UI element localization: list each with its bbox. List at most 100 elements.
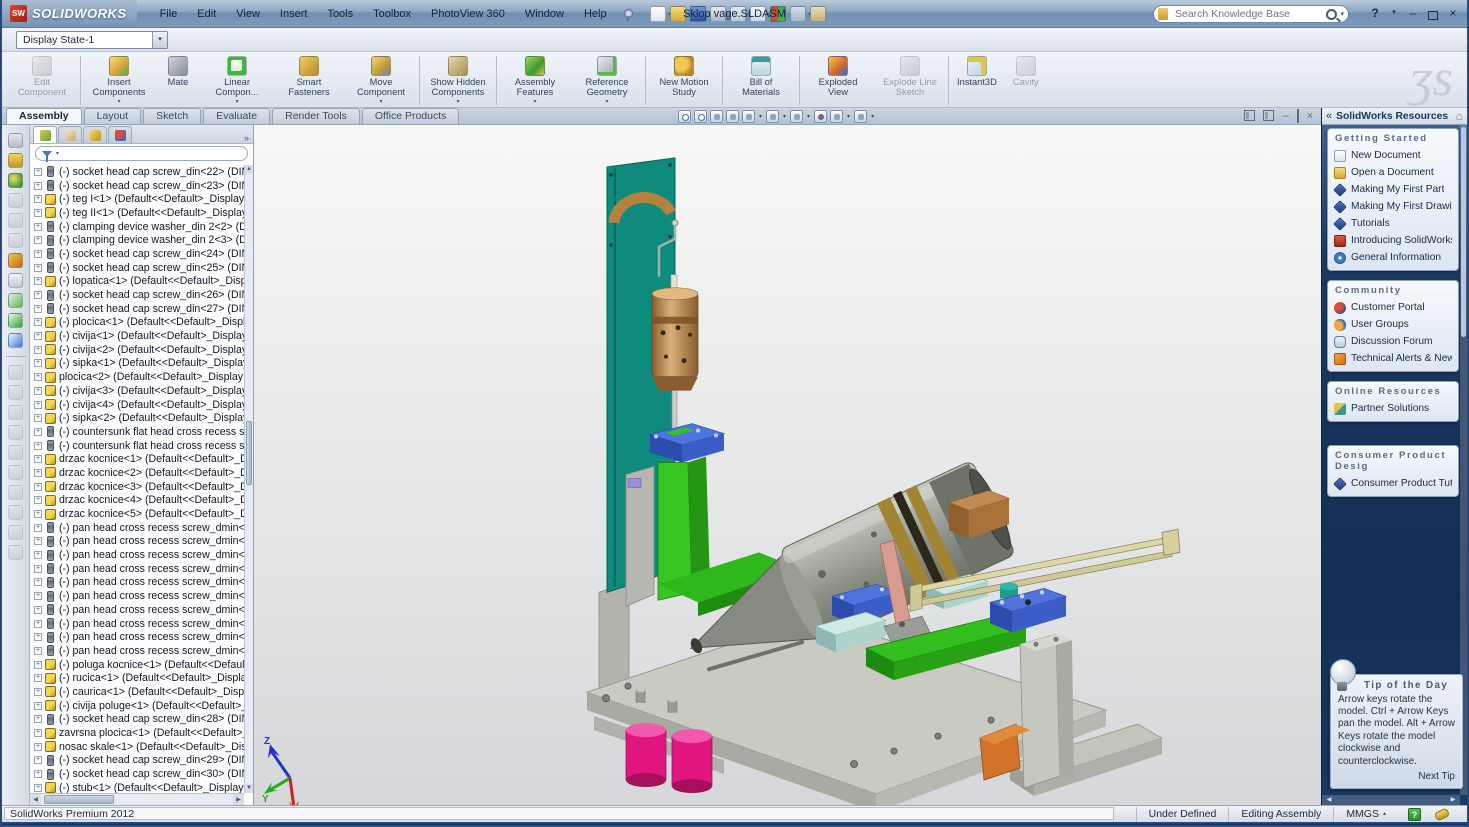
tree-item[interactable]: +drzac kocnice<2> (Default<<Default>_Di (30, 466, 244, 480)
left-toolbar-solid-draft-icon[interactable] (8, 425, 23, 440)
taskpane-link-tutorials[interactable]: Tutorials (1328, 215, 1458, 232)
zoom-area-icon[interactable] (694, 110, 707, 123)
display-style-icon[interactable] (766, 110, 779, 123)
expand-icon[interactable]: + (34, 524, 42, 532)
display-state-caret-icon[interactable]: ▾ (152, 32, 167, 48)
expand-icon[interactable]: + (34, 510, 42, 518)
tree-item[interactable]: +(-) sipka<2> (Default<<Default>_Display (30, 411, 244, 425)
expand-icon[interactable]: + (34, 223, 42, 231)
tree-item[interactable]: +(-) socket head cap screw_din<27> (DIN … (30, 302, 244, 316)
expand-icon[interactable]: + (34, 674, 42, 682)
expand-icon[interactable]: + (34, 565, 42, 573)
dropdown-caret-icon[interactable]: ▾ (759, 113, 762, 120)
expand-icon[interactable]: + (34, 428, 42, 436)
expand-icon[interactable]: + (34, 332, 42, 340)
collapse-pane-icon[interactable]: « (1326, 109, 1332, 124)
ribbon-new-motion-study-button[interactable]: New Motion Study (648, 54, 720, 107)
tree-item[interactable]: +drzac kocnice<4> (Default<<Default>_Di (30, 494, 244, 508)
doc-restore-button[interactable] (1297, 109, 1299, 123)
status-editing-assembly[interactable]: Editing Assembly (1228, 807, 1333, 822)
expand-icon[interactable]: + (34, 688, 42, 696)
menu-tools[interactable]: Tools (318, 5, 362, 23)
left-toolbar-solid-chamfer-icon[interactable] (8, 385, 23, 400)
menu-edit[interactable]: Edit (188, 5, 225, 23)
tree-item[interactable]: +(-) pan head cross recess screw_dmin<13… (30, 617, 244, 631)
tree-filter-input[interactable]: ▾ (35, 146, 248, 161)
tree-item[interactable]: +(-) pan head cross recess screw_dmin<14… (30, 630, 244, 644)
tab-render-tools[interactable]: Render Tools (272, 108, 360, 124)
tree-item[interactable]: +(-) clamping device washer_din 2<3> (DI… (30, 233, 244, 247)
left-toolbar-folder-icon[interactable] (8, 153, 23, 168)
scroll-up-icon[interactable]: ▲ (245, 165, 253, 174)
tree-item[interactable]: +(-) pan head cross recess screw_dmin<12… (30, 603, 244, 617)
left-toolbar-solid-wrap-icon[interactable] (8, 465, 23, 480)
ribbon-mate-button[interactable]: Mate (155, 54, 201, 107)
left-toolbar-solid-rib-icon[interactable] (8, 445, 23, 460)
tree-overflow-chevron-icon[interactable]: » (244, 133, 249, 143)
left-toolbar-shape-icon[interactable] (8, 233, 23, 248)
tree-vertical-scrollbar[interactable]: ▲ ▼ (244, 165, 253, 793)
expand-icon[interactable]: + (34, 182, 42, 190)
taskpane-link-general-information[interactable]: General Information (1328, 249, 1458, 266)
expand-icon[interactable]: + (34, 483, 42, 491)
taskpane-link-user-groups[interactable]: User Groups (1328, 316, 1458, 333)
expand-icon[interactable]: + (34, 592, 42, 600)
tree-item[interactable]: +(-) pan head cross recess screw_dmin<9> (30, 562, 244, 576)
expand-icon[interactable]: + (34, 168, 42, 176)
search-box[interactable]: ▾ (1153, 5, 1349, 23)
taskpane-link-introducing-solidworks[interactable]: Introducing SolidWorks (1328, 232, 1458, 249)
expand-icon[interactable]: + (34, 578, 42, 586)
left-toolbar-solid-pattern-icon[interactable] (8, 525, 23, 540)
part-gray-column[interactable] (626, 466, 654, 606)
tree-item[interactable]: +(-) clamping device washer_din 2<2> (DI… (30, 220, 244, 234)
help-dropdown-caret-icon[interactable]: ▾ (1390, 4, 1398, 22)
expand-icon[interactable]: + (34, 496, 42, 504)
tree-item[interactable]: +(-) socket head cap screw_din<24> (DIN … (30, 247, 244, 261)
left-toolbar-reference-star-icon[interactable] (8, 293, 23, 308)
tree-item[interactable]: +(-) socket head cap screw_din<22> (DIN … (30, 165, 244, 179)
dropdown-caret-icon[interactable]: ▾ (807, 113, 810, 120)
expand-icon[interactable]: + (34, 551, 42, 559)
tree-item[interactable]: +(-) socket head cap screw_din<25> (DIN … (30, 261, 244, 275)
tab-feature-manager[interactable] (33, 126, 57, 143)
expand-icon[interactable]: + (34, 455, 42, 463)
task-pane-hscrollbar[interactable]: ◀ ▶ (1322, 795, 1460, 805)
tree-hscroll-thumb[interactable] (44, 795, 114, 804)
tree-item[interactable]: +(-) civija<2> (Default<<Default>_Displa… (30, 343, 244, 357)
ribbon-linear-compon-button[interactable]: Linear Compon...▾ (201, 54, 273, 107)
menu-help[interactable]: Help (575, 5, 616, 23)
tab-evaluate[interactable]: Evaluate (203, 108, 270, 124)
expand-icon[interactable]: + (34, 195, 42, 203)
doc-minimize-button[interactable]: – (1282, 110, 1288, 123)
tab-layout[interactable]: Layout (84, 108, 142, 124)
expand-icon[interactable]: + (34, 305, 42, 313)
tab-configuration-manager[interactable] (83, 126, 107, 143)
scroll-left-icon[interactable]: ◀ (30, 794, 41, 805)
previous-view-icon[interactable] (710, 110, 723, 123)
left-toolbar-solid-mirror-icon[interactable] (8, 505, 23, 520)
left-toolbar-appearance-icon[interactable] (8, 173, 23, 188)
pin-menu-icon[interactable] (622, 8, 634, 20)
menu-view[interactable]: View (227, 5, 269, 23)
tree-item[interactable]: +drzac kocnice<3> (Default<<Default>_Di (30, 480, 244, 494)
menu-insert[interactable]: Insert (271, 5, 317, 23)
tree-item[interactable]: +(-) pan head cross recess screw_dmin<8> (30, 548, 244, 562)
ribbon-assembly-features-button[interactable]: Assembly Features▾ (499, 54, 571, 107)
open-icon[interactable] (670, 6, 686, 22)
tree-item[interactable]: +(-) socket head cap screw_din<23> (DIN … (30, 179, 244, 193)
expand-icon[interactable]: + (34, 756, 42, 764)
tree-item[interactable]: +zavrsna plocica<1> (Default<<Default>_D (30, 726, 244, 740)
tree-item[interactable]: +(-) pan head cross recess screw_dmin<10… (30, 576, 244, 590)
expand-icon[interactable]: + (34, 442, 42, 450)
tree-item[interactable]: +(-) lopatica<1> (Default<<Default>_Disp… (30, 275, 244, 289)
taskpane-link-discussion-forum[interactable]: Discussion Forum (1328, 333, 1458, 350)
tree-item[interactable]: +(-) caurica<1> (Default<<Default>_Displ… (30, 685, 244, 699)
tree-item[interactable]: +(-) civija<4> (Default<<Default>_Displa… (30, 398, 244, 412)
display-state-dropdown[interactable]: Display State-1 ▾ (16, 31, 168, 49)
tab-display-manager[interactable] (108, 126, 132, 143)
menu-toolbox[interactable]: Toolbox (364, 5, 420, 23)
view-orientation-icon[interactable] (742, 110, 755, 123)
left-toolbar-annotation-icon[interactable] (8, 333, 23, 348)
left-toolbar-copy-icon[interactable] (8, 213, 23, 228)
tree-item[interactable]: +(-) civija<1> (Default<<Default>_Displa… (30, 329, 244, 343)
